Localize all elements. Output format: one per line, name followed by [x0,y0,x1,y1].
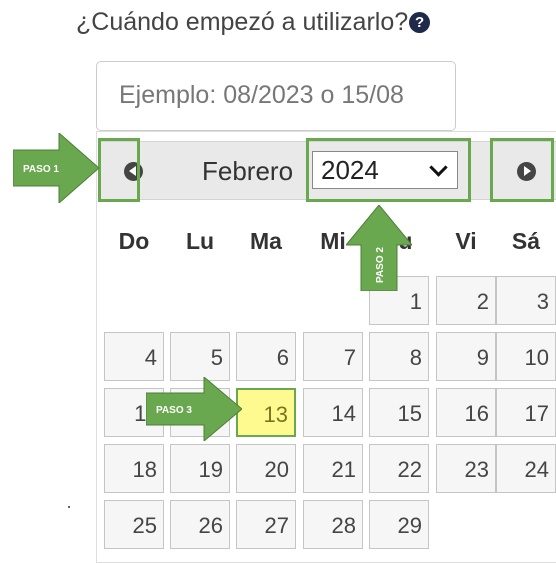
day-cell[interactable]: 8 [369,332,429,381]
step2-highlight [306,138,471,202]
step1-arrow: PASO 1 [13,133,99,203]
day-cell[interactable]: 16 [436,388,496,437]
date-input-placeholder: Ejemplo: 08/2023 o 15/08 [119,81,404,109]
step3-arrow: PASO 3 [146,377,242,441]
day-cell[interactable]: 5 [170,332,230,381]
day-cell[interactable]: 29 [369,500,429,549]
day-cell[interactable]: 15 [369,388,429,437]
step2-label: PASO 2 [375,247,386,283]
month-label: Febrero [202,156,294,186]
day-cell[interactable]: 18 [104,444,164,493]
day-cell[interactable]: 25 [104,500,164,549]
day-cell[interactable]: 24 [496,444,556,493]
day-cell[interactable]: 2 [436,276,496,325]
question-label: ¿Cuándo empezó a utilizarlo? ? [76,8,431,37]
divider-dot [68,506,70,508]
day-cell[interactable]: 21 [303,444,363,493]
step1-highlight [98,138,140,202]
day-cell[interactable]: 28 [303,500,363,549]
day-cell[interactable]: 14 [303,388,363,437]
weekday-header: Lu [185,228,215,254]
weekday-header: Sá [511,228,541,254]
day-cell[interactable]: 20 [236,444,296,493]
day-cell[interactable]: 23 [436,444,496,493]
day-cell[interactable]: 22 [369,444,429,493]
day-cell[interactable]: 17 [496,388,556,437]
day-cell[interactable]: 7 [303,332,363,381]
day-cell[interactable]: 4 [104,332,164,381]
day-cell[interactable]: 27 [236,500,296,549]
date-input[interactable]: Ejemplo: 08/2023 o 15/08 [96,61,456,131]
question-circle-icon[interactable]: ? [409,12,431,33]
step1-label: PASO 1 [23,164,59,175]
day-cell[interactable]: 10 [496,332,556,381]
day-cell-selected[interactable]: 13 [236,388,296,437]
day-cell[interactable]: 19 [170,444,230,493]
weekday-header: Ma [250,228,282,254]
step2-arrow: PASO 2 [346,205,412,291]
day-cell[interactable]: 26 [170,500,230,549]
day-cell[interactable]: 6 [236,332,296,381]
day-cell[interactable]: 9 [436,332,496,381]
step3-label: PASO 3 [156,405,192,416]
next-highlight [490,138,554,202]
weekday-header: Vi [455,228,477,254]
day-cell[interactable]: 3 [496,276,556,325]
weekday-header: Do [118,228,150,254]
question-text: ¿Cuándo empezó a utilizarlo? [76,8,409,36]
